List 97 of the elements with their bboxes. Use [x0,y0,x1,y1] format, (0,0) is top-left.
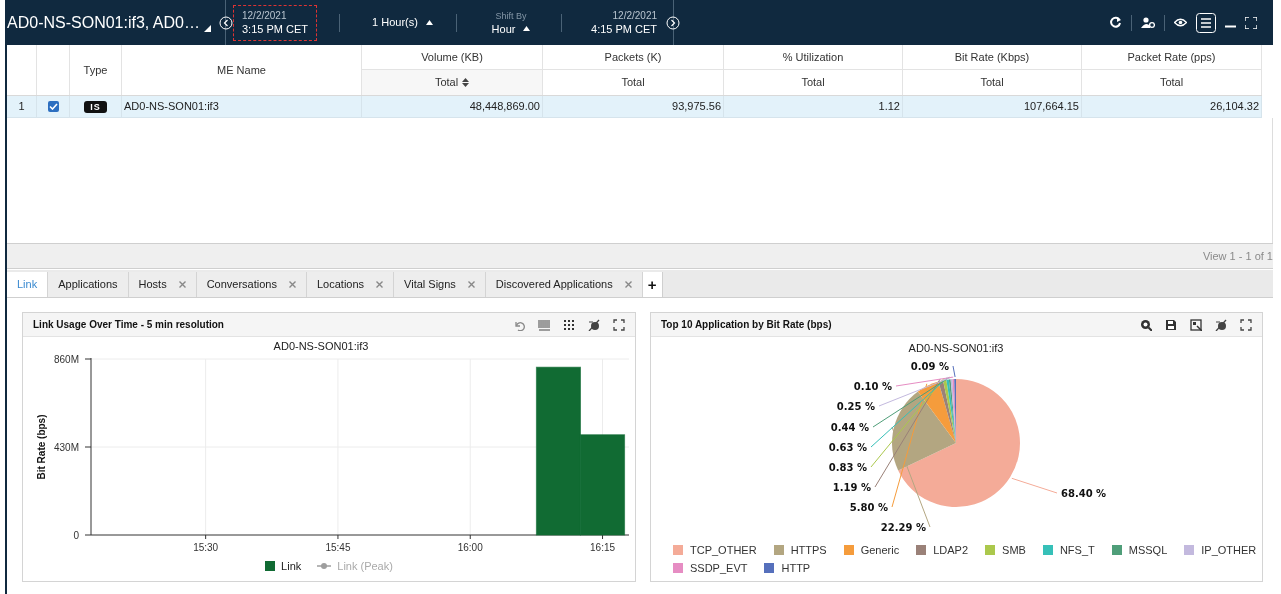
legend-label[interactable]: HTTP [781,559,811,576]
table-cell-text: 26,104.32 [1210,99,1259,115]
column-subheader[interactable]: Total [903,70,1082,95]
row-checkbox[interactable] [47,101,59,112]
eye-icon[interactable] [1174,18,1187,27]
close-icon[interactable] [288,281,296,288]
data-label: 5.80 % [849,502,888,513]
zoom-icon[interactable] [1140,318,1152,331]
pager-text: View 1 - 1 of 1 [1202,248,1273,264]
table-cell-text: AD0-NS-SON01:if3 [124,99,219,115]
data-label: 68.40 % [1061,488,1107,499]
column-header: Bit Rate (Kbps) [903,45,1082,70]
shift-label: Shift By [495,9,527,22]
legend-label[interactable]: SSDP_EVT [690,559,748,576]
data-label: 22.29 % [880,522,926,533]
legend-swatch [764,562,775,573]
data-label: 0.25 % [836,401,875,412]
legend-swatch [843,545,854,556]
legend-swatch [1111,545,1122,556]
tab[interactable]: Link [7,272,49,297]
legend-label[interactable]: Generic [860,542,900,559]
caret-icon [203,24,211,32]
legend-swatch [1184,545,1195,556]
legend-line-icon [317,562,332,571]
legend-label[interactable]: NFS_T [1059,542,1095,559]
expand-icon[interactable] [1240,318,1252,331]
leader-line [1011,477,1058,494]
table-cell-text: 1.12 [878,99,900,115]
sort-icon[interactable] [462,78,470,87]
legend-swatch [916,545,927,556]
legend-label[interactable]: SMB [1002,542,1026,559]
export-icon[interactable] [1190,318,1202,331]
type-badge: IS [84,100,107,113]
axis-tick-label: 16:15 [590,542,616,553]
legend-label[interactable]: TCP_OTHER [690,542,757,559]
legend-swatch [673,545,683,556]
data-label: 0.10 % [853,381,892,392]
data-label: 0.09 % [910,361,949,372]
time-selector[interactable]: 12/2/2021 4:15 PM CET [582,4,667,41]
close-icon[interactable] [376,281,384,288]
column-header: Packet Rate (pps) [1082,45,1262,70]
close-icon[interactable] [178,281,186,288]
data-label: 0.83 % [828,462,867,473]
legend-label[interactable]: IP_OTHER [1201,542,1257,559]
chart-title: AD0-NS-SON01:if3 [273,340,369,352]
table-cell-text: 93,975.56 [672,99,721,115]
check-icon [48,103,58,110]
caret-icon [523,26,531,31]
axis-tick-label: 15:30 [193,542,219,553]
legend-swatch [985,545,996,556]
legend-swatch [265,561,276,572]
grid-icon[interactable] [563,318,575,331]
refresh-icon[interactable] [1109,16,1122,29]
panel-title: Top 10 Application by Bit Rate (bps) [661,318,832,332]
caret-icon [425,20,433,25]
chart-title: AD0-NS-SON01:if3 [908,342,1004,354]
close-icon[interactable] [624,281,632,288]
axis-tick-label: 15:45 [325,542,351,553]
legend-label[interactable]: HTTPS [790,542,827,559]
data-label: 1.19 % [832,482,871,493]
row-number: 1 [18,99,25,115]
add-tab-button[interactable]: + [642,272,663,297]
legend-swatch [773,545,784,556]
column-subheader[interactable]: Total [362,70,543,95]
close-icon[interactable] [467,281,475,288]
legend-label[interactable]: LDAP2 [933,542,969,559]
save-icon[interactable] [1165,318,1177,331]
table-cell-text: 107,664.15 [1023,99,1079,115]
legend-label[interactable]: Link [281,558,302,575]
column-header: % Utilization [724,45,903,70]
table-cell-text: 48,448,869.00 [469,99,540,115]
data-label: 0.63 % [828,442,867,453]
shift-dropdown[interactable]: Hour [491,21,531,36]
column-subheader[interactable]: Total [543,70,724,95]
user-pin-icon[interactable] [1141,16,1155,29]
time-selector[interactable]: 12/2/2021 3:15 PM CET [233,4,318,41]
view-title: AD0-NS-SON01:if3, AD0… [7,12,200,33]
column-subheader[interactable]: Total [724,70,903,95]
axis-tick-label: 430M [54,442,79,453]
column-subheader[interactable]: Total [1082,70,1262,95]
chevron-right-icon[interactable] [666,15,681,30]
menu-icon[interactable] [1196,12,1216,33]
legend-swatch [673,562,683,573]
axis-tick-label: 16:00 [457,542,483,553]
panel-title: Link Usage Over Time - 5 min resolution [33,318,224,332]
data-label: 0.44 % [830,422,869,433]
column-header: Type [70,45,122,95]
column-header: Packets (K) [543,45,724,70]
axis-tick-label: 0 [73,530,79,541]
duration-dropdown[interactable]: 1 Hour(s) [372,14,445,31]
expand-icon[interactable] [613,318,625,331]
table-row[interactable]: 1 IS AD0-NS-SON01:if3 48,448,869.00 93,975.56 1.12 107,664.15 26,104.32 [7,96,1262,118]
legend-label[interactable]: MSSQL [1128,542,1168,559]
legend-swatch [1042,545,1053,556]
chevron-left-icon[interactable] [219,15,233,30]
axis-tick-label: 860M [54,354,79,365]
axis-title: Bit Rate (bps) [36,414,47,480]
